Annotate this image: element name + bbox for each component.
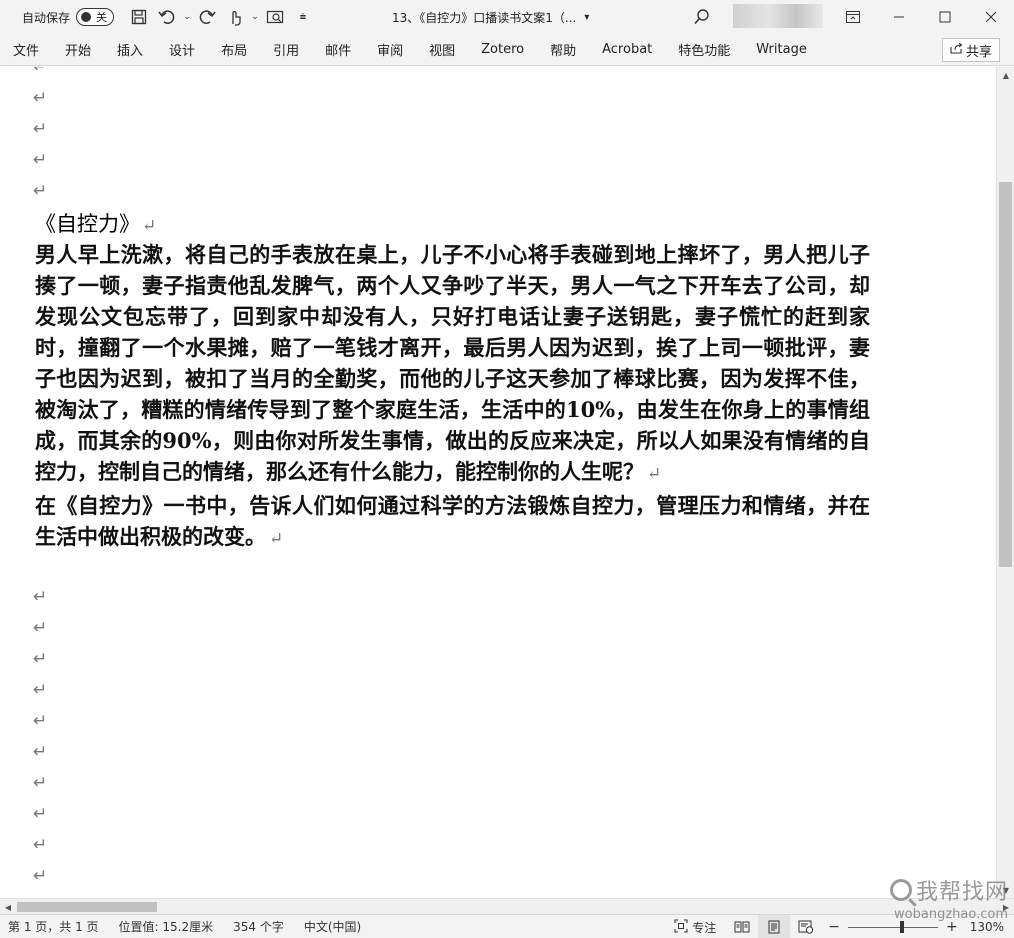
vertical-scrollbar[interactable]: ▲ ▼ — [996, 67, 1014, 898]
horizontal-scroll-thumb[interactable] — [17, 902, 157, 912]
position-indicator[interactable]: 位置值: 15.2厘米 — [109, 918, 224, 935]
body-paragraph[interactable]: 男人早上洗漱，将自己的手表放在桌上，儿子不小心将手表碰到地上摔坏了，男人把儿子揍… — [35, 239, 870, 490]
paragraph-mark: ↵ — [647, 464, 662, 484]
autosave[interactable]: 自动保存 关 — [22, 8, 115, 26]
save-icon[interactable] — [126, 4, 152, 30]
paragraph-mark: ↵ — [33, 742, 48, 762]
minimize-icon[interactable] — [876, 0, 922, 34]
paragraph-mark: ↵ — [33, 711, 48, 731]
scroll-left-icon[interactable]: ◀ — [0, 899, 16, 915]
chevron-down-icon[interactable]: ⌄ — [182, 4, 192, 30]
tab-review[interactable]: 审阅 — [364, 34, 416, 66]
autosave-state: 关 — [96, 11, 108, 24]
document-title[interactable]: 13、《自控力》口播读书文案1（... ▾ — [392, 0, 589, 34]
tab-insert[interactable]: 插入 — [104, 34, 156, 66]
paragraph-mark: ↵ — [33, 773, 48, 793]
web-layout-icon[interactable] — [790, 915, 822, 938]
zoom-out-button[interactable]: − — [822, 919, 846, 935]
share-icon — [950, 42, 963, 58]
paragraph-mark: ↵ — [33, 119, 48, 139]
document-body[interactable]: 男人早上洗漱，将自己的手表放在桌上，儿子不小心将手表碰到地上摔坏了，男人把儿子揍… — [35, 239, 870, 555]
language-indicator[interactable]: 中文(中国) — [294, 918, 371, 935]
share-button[interactable]: 共享 — [942, 38, 1000, 62]
word-count[interactable]: 354 个字 — [223, 918, 294, 935]
focus-icon — [674, 918, 688, 936]
zoom-level[interactable]: 130% — [964, 920, 1014, 934]
autosave-toggle[interactable]: 关 — [76, 8, 115, 26]
window-controls — [830, 0, 1014, 34]
heading-text: 《自控力》 — [35, 212, 140, 236]
share-label: 共享 — [965, 44, 992, 60]
scroll-right-icon[interactable]: ▶ — [998, 899, 1014, 915]
undo-icon[interactable] — [154, 4, 180, 30]
tab-layout[interactable]: 布局 — [208, 34, 260, 66]
status-right-controls: 专注 − + 130% — [664, 915, 1014, 938]
title-bar: 自动保存 关 ⌄ ⌄ ⩧ 13、《自控力》口播读书文案1（... ▾ — [0, 0, 1014, 34]
paragraph-mark: ↵ — [33, 150, 48, 170]
read-mode-icon[interactable] — [726, 915, 758, 938]
scroll-down-icon[interactable]: ▼ — [997, 882, 1014, 898]
tab-mailings[interactable]: 邮件 — [312, 34, 364, 66]
tab-file[interactable]: 文件 — [0, 34, 52, 66]
paragraph-mark: ↵ — [33, 680, 48, 700]
tab-references[interactable]: 引用 — [260, 34, 312, 66]
search-icon[interactable] — [690, 5, 714, 29]
close-icon[interactable] — [968, 0, 1014, 34]
paragraph-mark: ↵ — [33, 835, 48, 855]
account-avatar[interactable] — [733, 4, 823, 28]
tab-design[interactable]: 设计 — [156, 34, 208, 66]
tab-help[interactable]: 帮助 — [537, 34, 589, 66]
paragraph-mark: ↵ — [269, 529, 284, 549]
chevron-down-icon[interactable]: ⌄ — [250, 4, 260, 30]
paragraph-mark: ↵ — [33, 181, 48, 201]
page-indicator[interactable]: 第 1 页，共 1 页 — [0, 918, 109, 935]
horizontal-scrollbar[interactable]: ◀ ▶ — [0, 898, 1014, 914]
touch-mode-icon[interactable] — [222, 4, 248, 30]
tab-special-features[interactable]: 特色功能 — [665, 34, 743, 66]
zoom-in-button[interactable]: + — [940, 919, 964, 935]
zoom-slider[interactable] — [847, 920, 938, 933]
status-bar: 第 1 页，共 1 页 位置值: 15.2厘米 354 个字 中文(中国) 专注… — [0, 914, 1014, 938]
paragraph-mark: ↵ — [142, 216, 157, 236]
customize-icon[interactable]: ⩧ — [290, 4, 316, 30]
tab-home[interactable]: 开始 — [52, 34, 104, 66]
maximize-icon[interactable] — [922, 0, 968, 34]
vertical-scroll-thumb[interactable] — [999, 182, 1012, 567]
autosave-label: 自动保存 — [22, 10, 71, 25]
paragraph-mark: ↵ — [33, 587, 48, 607]
print-preview-icon[interactable] — [262, 4, 288, 30]
tab-acrobat[interactable]: Acrobat — [589, 34, 665, 66]
tab-writage[interactable]: Writage — [743, 34, 820, 66]
focus-label: 专注 — [692, 920, 717, 935]
toggle-knob — [81, 12, 92, 22]
paragraph-mark: ↵ — [33, 804, 48, 824]
document-title-text: 13、《自控力》口播读书文案1（... — [392, 10, 577, 25]
tab-zotero[interactable]: Zotero — [468, 34, 537, 66]
chevron-down-icon: ▾ — [584, 11, 590, 23]
paragraph-text: 在《自控力》一书中，告诉人们如何通过科学的方法锻炼自控力，管理压力和情绪，并在生… — [35, 493, 870, 549]
ribbon-tabs: 文件 开始 插入 设计 布局 引用 邮件 审阅 视图 Zotero 帮助 Acr… — [0, 34, 1014, 66]
tab-view[interactable]: 视图 — [416, 34, 468, 66]
zoom-slider-knob[interactable] — [899, 920, 904, 933]
paragraph-mark: ↵ — [33, 649, 48, 669]
scroll-up-icon[interactable]: ▲ — [997, 67, 1014, 83]
redo-icon[interactable] — [194, 4, 220, 30]
body-paragraph[interactable]: 在《自控力》一书中，告诉人们如何通过科学的方法锻炼自控力，管理压力和情绪，并在生… — [35, 490, 870, 555]
paragraph-mark: ↵ — [33, 866, 48, 886]
paragraph-mark: ↵ — [33, 67, 48, 77]
ribbon-display-icon[interactable] — [830, 0, 876, 34]
print-layout-icon[interactable] — [758, 915, 791, 938]
document-canvas[interactable]: ↵ ↵ ↵ ↵ ↵ 《自控力》 ↵ 男人早上洗漱，将自己的手表放在桌上，儿子不小心… — [0, 67, 996, 898]
document-heading[interactable]: 《自控力》 ↵ — [35, 208, 156, 238]
focus-button[interactable]: 专注 — [664, 918, 726, 936]
paragraph-mark: ↵ — [33, 618, 48, 638]
quick-access-toolbar: ⌄ ⌄ ⩧ — [126, 4, 316, 30]
paragraph-mark: ↵ — [33, 88, 48, 108]
paragraph-text: 男人早上洗漱，将自己的手表放在桌上，儿子不小心将手表碰到地上摔坏了，男人把儿子揍… — [35, 242, 870, 484]
